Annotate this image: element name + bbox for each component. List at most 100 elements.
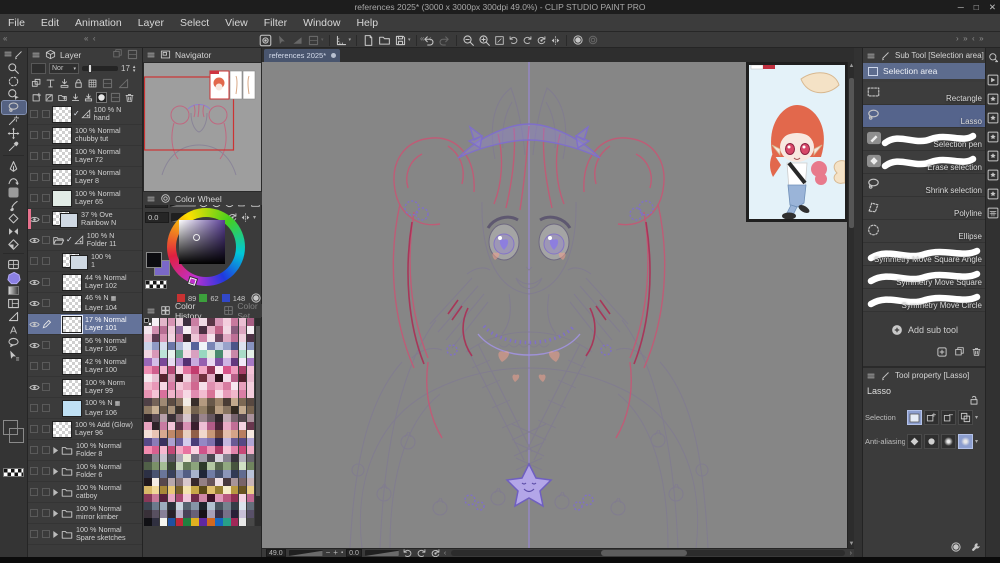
color-swatch[interactable] [144, 318, 152, 326]
subtool-item-selection-pen[interactable]: Selection pen [863, 128, 986, 151]
color-swatch[interactable] [183, 326, 192, 334]
color-swatch[interactable] [199, 510, 207, 518]
color-swatch[interactable] [222, 454, 231, 462]
color-swatch[interactable] [167, 326, 176, 334]
color-swatch[interactable] [175, 414, 184, 422]
color-swatch[interactable] [191, 326, 199, 334]
selection-area-tool[interactable] [0, 100, 27, 115]
brush-tool[interactable] [2, 199, 26, 212]
color-swatch[interactable] [230, 414, 239, 422]
color-swatch[interactable] [151, 470, 160, 478]
color-swatch[interactable] [199, 462, 207, 470]
color-swatch[interactable] [207, 374, 215, 382]
color-swatch[interactable] [151, 374, 160, 382]
color-swatch[interactable] [167, 350, 176, 358]
color-swatch[interactable] [159, 478, 168, 486]
color-swatch[interactable] [207, 470, 215, 478]
selection-intersect-button[interactable] [958, 410, 973, 425]
layer-row[interactable]: 44 % Normal Layer 102 [28, 272, 142, 293]
color-swatch[interactable] [183, 406, 192, 414]
color-swatch[interactable] [183, 430, 192, 438]
color-swatch[interactable] [238, 374, 247, 382]
color-swatch[interactable] [151, 414, 160, 422]
color-swatch[interactable] [246, 422, 255, 430]
color-swatch[interactable] [175, 470, 184, 478]
color-swatch[interactable] [175, 430, 184, 438]
color-swatch[interactable] [151, 454, 160, 462]
color-swatch[interactable] [159, 438, 168, 446]
color-swatch[interactable] [191, 486, 199, 494]
color-swatch[interactable] [246, 454, 255, 462]
color-swatch[interactable] [167, 366, 176, 374]
color-swatch[interactable] [199, 518, 207, 526]
canvas-rotation-value[interactable]: 0.0 [346, 549, 362, 557]
figure-tool[interactable] [2, 271, 26, 284]
color-swatch[interactable] [215, 414, 223, 422]
layer-visibility-toggle[interactable] [28, 278, 40, 287]
color-swatch[interactable] [246, 518, 255, 526]
color-swatch[interactable] [238, 398, 247, 406]
subtool-item-symmetry-move-circle[interactable]: Symmetry Move Circle [863, 289, 986, 312]
color-swatch[interactable] [207, 382, 215, 390]
color-swatch[interactable] [183, 342, 192, 350]
color-swatch[interactable] [246, 414, 255, 422]
color-swatch[interactable] [151, 390, 160, 398]
perspective-ruler-tool[interactable] [2, 310, 26, 323]
color-swatch[interactable] [183, 318, 192, 326]
color-swatch[interactable] [175, 438, 184, 446]
color-swatch[interactable] [167, 446, 176, 454]
maglass-arrow-icon[interactable] [988, 52, 999, 63]
subtool-item-erase-selection[interactable]: Erase selection [863, 151, 986, 174]
color-swatch[interactable] [151, 518, 160, 526]
color-swatch[interactable] [222, 438, 231, 446]
color-swatch[interactable] [144, 446, 152, 454]
clippin-icon[interactable] [59, 78, 70, 89]
color-swatch[interactable] [238, 326, 247, 334]
balloon-tool[interactable] [2, 336, 26, 349]
color-swatch[interactable] [238, 494, 247, 502]
minimize-button[interactable]: ─ [958, 0, 964, 14]
layer-visibility-toggle[interactable] [28, 257, 40, 265]
color-swatch[interactable] [191, 430, 199, 438]
color-swatch[interactable] [183, 454, 192, 462]
color-swatch[interactable] [191, 518, 199, 526]
color-swatch[interactable] [207, 446, 215, 454]
layer-opacity-value[interactable]: 17 [121, 64, 130, 73]
layer-panel-extra2-icon[interactable] [126, 48, 139, 61]
selection-new-button[interactable] [907, 410, 922, 425]
color-swatch[interactable] [191, 502, 199, 510]
layer-thumbnail[interactable] [52, 420, 72, 438]
color-swatch[interactable] [230, 398, 239, 406]
layer-thumbnail[interactable] [62, 294, 82, 312]
layer-row[interactable]: 100 % Normal Layer 65 [28, 188, 142, 209]
layer-visibility-toggle[interactable] [28, 362, 40, 370]
color-swatch[interactable] [175, 358, 184, 366]
color-swatch[interactable] [230, 510, 239, 518]
color-swatch[interactable] [222, 334, 231, 342]
color-swatch[interactable] [167, 342, 176, 350]
color-swatch[interactable] [175, 462, 184, 470]
selection-mode-chevron-icon[interactable]: ▾ [975, 414, 978, 421]
color-swatch[interactable] [151, 382, 160, 390]
flip-horizontal-button[interactable] [549, 33, 562, 48]
color-swatch[interactable] [246, 446, 255, 454]
layer-check-slot[interactable] [40, 425, 52, 433]
layer-check-slot[interactable] [40, 404, 52, 412]
close-button[interactable]: ✕ [989, 0, 996, 14]
color-swatch[interactable] [215, 470, 223, 478]
color-swatch[interactable] [246, 390, 255, 398]
color-swatch[interactable] [230, 350, 239, 358]
newlayer-icon[interactable] [31, 92, 42, 103]
layer-check-slot[interactable] [40, 530, 52, 538]
color-swatch[interactable] [238, 430, 247, 438]
layer-thumbnail[interactable] [62, 273, 82, 291]
layer-visibility-toggle[interactable] [28, 173, 40, 181]
layer-thumbnail[interactable] [62, 378, 82, 396]
color-swatch[interactable] [222, 342, 231, 350]
color-swatch[interactable] [207, 398, 215, 406]
color-swatch[interactable] [199, 318, 207, 326]
color-swatch[interactable] [167, 374, 176, 382]
color-swatch[interactable] [222, 502, 231, 510]
color-swatch[interactable] [238, 462, 247, 470]
layer-row[interactable]: 100 % Normal Layer 8 [28, 167, 142, 188]
